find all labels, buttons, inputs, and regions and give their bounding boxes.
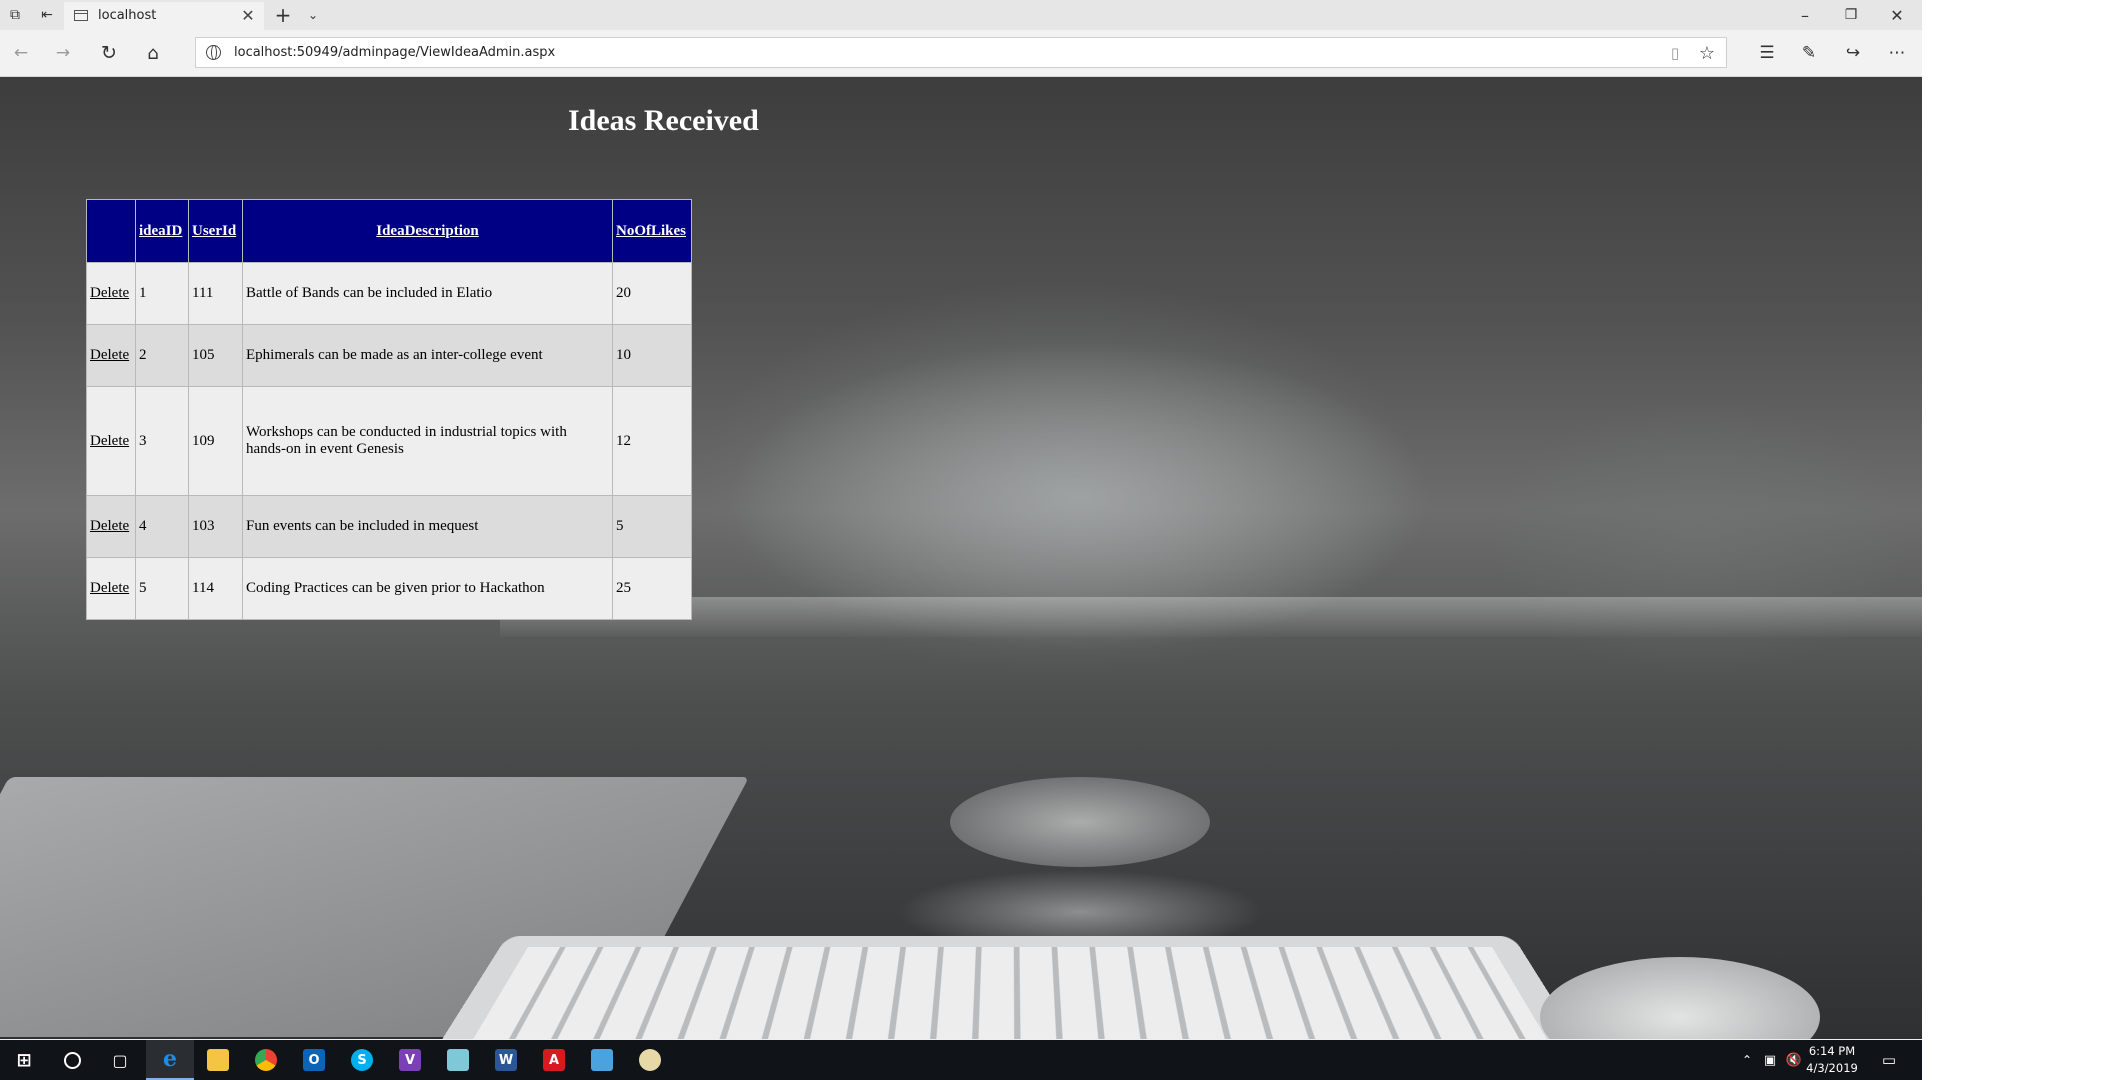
- delete-cell: Delete: [86, 262, 136, 325]
- ideaid-cell: 2: [135, 324, 189, 387]
- likes-cell: 12: [612, 386, 692, 496]
- table-row: Delete 2 105 Ephimerals can be made as a…: [86, 324, 692, 387]
- pen-icon[interactable]: ✎: [1796, 40, 1822, 66]
- close-window-icon[interactable]: ✕: [1884, 4, 1910, 26]
- page-title: Ideas Received: [568, 104, 759, 137]
- edge-browser-icon[interactable]: e: [146, 1040, 194, 1080]
- likes-cell: 25: [612, 557, 692, 620]
- header-ideadescription[interactable]: IdeaDescription: [242, 199, 613, 263]
- minimize-icon[interactable]: –: [1792, 4, 1818, 26]
- likes-cell: 5: [612, 495, 692, 558]
- acrobat-icon[interactable]: A: [530, 1040, 578, 1080]
- file-explorer-icon[interactable]: [194, 1040, 242, 1080]
- globe-icon: [206, 45, 221, 60]
- header-noofLikes[interactable]: NoOfLikes: [612, 199, 692, 263]
- windows-taskbar: ⊞ ▢ e O S V W A ⌃ ▣ 🔇 6:14 PM 4/3/2019 ▭: [0, 1040, 1922, 1080]
- delete-link[interactable]: Delete: [90, 347, 129, 363]
- more-options-icon[interactable]: ⋯: [1884, 40, 1910, 66]
- userid-cell: 103: [188, 495, 243, 558]
- ideaid-cell: 5: [135, 557, 189, 620]
- remote-desktop-icon[interactable]: [578, 1040, 626, 1080]
- desktop-screen: ⧉ ⇤ localhost ✕ + ⌄ – ❐ ✕ ← → ↻ ⌂ localh…: [0, 0, 1922, 1080]
- delete-link[interactable]: Delete: [90, 433, 129, 449]
- reading-view-icon[interactable]: ▯: [1664, 42, 1686, 64]
- action-center-icon[interactable]: ▭: [1876, 1048, 1902, 1072]
- description-cell: Battle of Bands can be included in Elati…: [242, 262, 613, 325]
- delete-link[interactable]: Delete: [90, 518, 129, 534]
- home-icon[interactable]: ⌂: [140, 40, 166, 66]
- task-view-icon[interactable]: ▢: [96, 1040, 144, 1080]
- share-icon[interactable]: ↪: [1840, 40, 1866, 66]
- description-cell: Fun events can be included in mequest: [242, 495, 613, 558]
- favorites-hub-icon[interactable]: ☰: [1754, 40, 1780, 66]
- background-photo-mouse: [1540, 957, 1820, 1039]
- background-photo-shelf: [500, 597, 1922, 637]
- table-row: Delete 1 111 Battle of Bands can be incl…: [86, 262, 692, 325]
- background-photo-bowl: [950, 777, 1210, 867]
- browser-tab-bar: ⧉ ⇤ localhost ✕ + ⌄ – ❐ ✕: [0, 0, 1922, 30]
- tab-actions-icon[interactable]: ⧉: [4, 4, 26, 26]
- close-tab-icon[interactable]: ✕: [238, 5, 258, 25]
- paint-icon[interactable]: [626, 1040, 674, 1080]
- new-tab-icon[interactable]: +: [270, 3, 296, 27]
- userid-cell: 109: [188, 386, 243, 496]
- browser-address-bar: ← → ↻ ⌂ localhost:50949/adminpage/ViewId…: [0, 30, 1922, 77]
- likes-cell: 10: [612, 324, 692, 387]
- outlook-icon[interactable]: O: [290, 1040, 338, 1080]
- table-row: Delete 3 109 Workshops can be conducted …: [86, 386, 692, 496]
- userid-cell: 111: [188, 262, 243, 325]
- userid-cell: 105: [188, 324, 243, 387]
- chrome-icon[interactable]: [242, 1040, 290, 1080]
- tray-chevron-up-icon[interactable]: ⌃: [1738, 1049, 1756, 1071]
- ideaid-cell: 1: [135, 262, 189, 325]
- back-icon[interactable]: ←: [8, 40, 34, 66]
- table-row: Delete 5 114 Coding Practices can be giv…: [86, 557, 692, 620]
- search-circle-icon[interactable]: [48, 1040, 96, 1080]
- url-text[interactable]: localhost:50949/adminpage/ViewIdeaAdmin.…: [234, 45, 555, 60]
- delete-link[interactable]: Delete: [90, 285, 129, 301]
- address-field[interactable]: localhost:50949/adminpage/ViewIdeaAdmin.…: [195, 37, 1727, 68]
- start-windows-icon[interactable]: ⊞: [0, 1040, 48, 1080]
- delete-cell: Delete: [86, 495, 136, 558]
- table-row: Delete 4 103 Fun events can be included …: [86, 495, 692, 558]
- page-favicon-icon: [74, 10, 88, 21]
- description-cell: Workshops can be conducted in industrial…: [242, 386, 613, 496]
- notepad-icon[interactable]: [434, 1040, 482, 1080]
- description-cell: Ephimerals can be made as an inter-colle…: [242, 324, 613, 387]
- skype-icon[interactable]: S: [338, 1040, 386, 1080]
- forward-icon[interactable]: →: [50, 40, 76, 66]
- ideas-table: ideaID UserId IdeaDescription NoOfLikes …: [86, 199, 692, 620]
- favorite-star-icon[interactable]: ☆: [1696, 42, 1718, 64]
- taskbar-clock[interactable]: 6:14 PM 4/3/2019: [1797, 1043, 1867, 1077]
- delete-cell: Delete: [86, 557, 136, 620]
- page-viewport: Ideas Received ideaID UserId IdeaDescrip…: [0, 77, 1922, 1039]
- clock-time: 6:14 PM: [1808, 1044, 1856, 1058]
- background-photo-keys: [468, 946, 1552, 1039]
- chevron-down-icon[interactable]: ⌄: [302, 4, 324, 26]
- ideaid-cell: 3: [135, 386, 189, 496]
- restore-icon[interactable]: ❐: [1838, 4, 1864, 26]
- header-ideaid[interactable]: ideaID: [135, 199, 189, 263]
- likes-cell: 20: [612, 262, 692, 325]
- clock-date: 4/3/2019: [1806, 1061, 1858, 1075]
- delete-cell: Delete: [86, 324, 136, 387]
- userid-cell: 114: [188, 557, 243, 620]
- refresh-icon[interactable]: ↻: [96, 40, 122, 66]
- set-tabs-aside-icon[interactable]: ⇤: [36, 4, 58, 26]
- delete-link[interactable]: Delete: [90, 580, 129, 596]
- header-actions: [86, 199, 136, 263]
- header-userid[interactable]: UserId: [188, 199, 243, 263]
- visual-studio-icon[interactable]: V: [386, 1040, 434, 1080]
- word-icon[interactable]: W: [482, 1040, 530, 1080]
- network-icon[interactable]: ▣: [1760, 1049, 1780, 1071]
- tab-title: localhost: [98, 8, 157, 23]
- description-cell: Coding Practices can be given prior to H…: [242, 557, 613, 620]
- delete-cell: Delete: [86, 386, 136, 496]
- tab-localhost[interactable]: localhost ✕: [64, 2, 264, 30]
- ideaid-cell: 4: [135, 495, 189, 558]
- table-header-row: ideaID UserId IdeaDescription NoOfLikes: [86, 199, 692, 263]
